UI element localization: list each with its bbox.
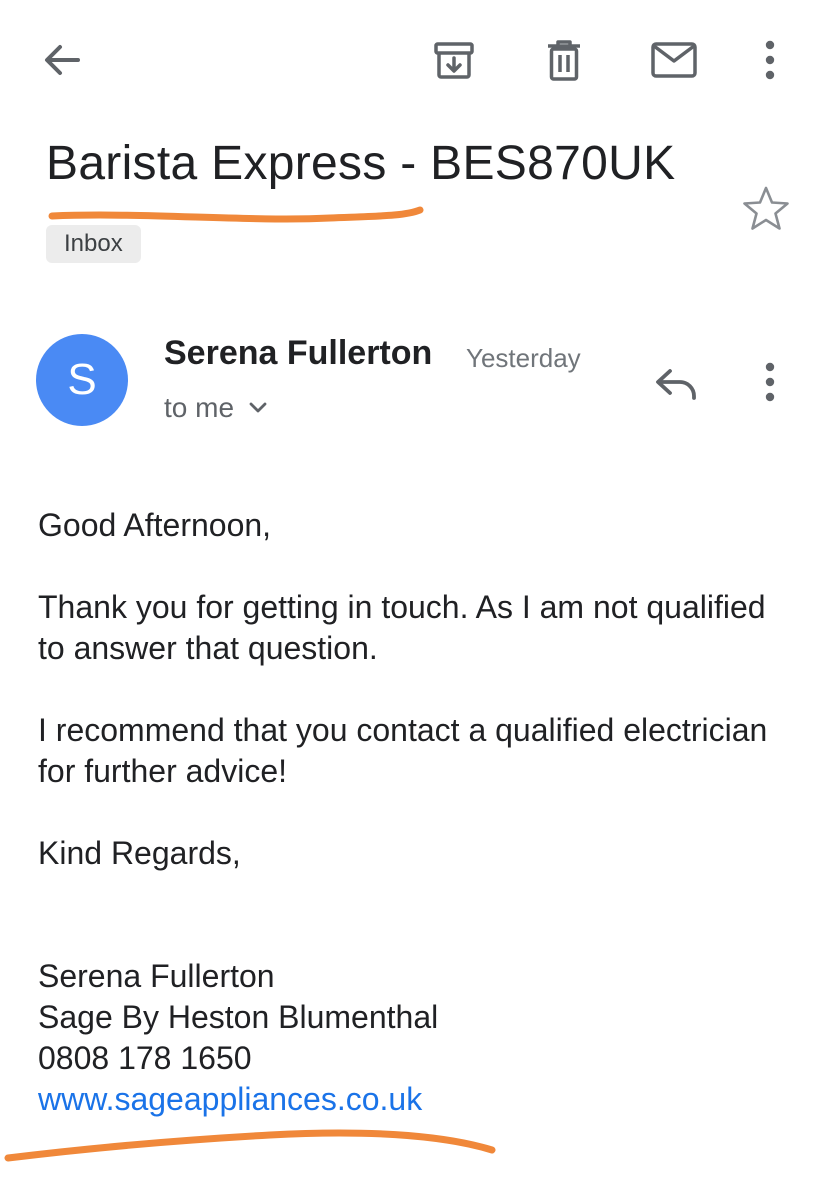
website-link[interactable]: www.sageappliances.co.uk (38, 1081, 422, 1117)
body-paragraph: Thank you for getting in touch. As I am … (38, 589, 766, 666)
message-more-options-button[interactable] (740, 352, 800, 412)
archive-icon (434, 42, 474, 79)
signature-phone: 0808 178 1650 (38, 1040, 252, 1076)
recipient-details-toggle[interactable]: to me (164, 392, 268, 424)
mail-icon (651, 42, 697, 78)
avatar[interactable]: S (36, 334, 128, 426)
recipient-text: to me (164, 392, 235, 423)
star-button[interactable] (736, 178, 796, 238)
more-vert-icon (765, 362, 775, 402)
signature: Serena Fullerton Sage By Heston Blumenth… (38, 956, 438, 1120)
sent-time: Yesterday (466, 343, 581, 373)
back-button[interactable] (30, 28, 94, 92)
top-app-bar (0, 0, 820, 120)
more-vert-icon (765, 40, 775, 80)
signature-company: Sage By Heston Blumenthal (38, 999, 439, 1035)
sender-name: Serena Fullerton (164, 334, 433, 372)
email-subject: Barista Express - BES870UK (46, 137, 676, 190)
reply-button[interactable] (644, 352, 708, 416)
arrow-back-icon (45, 45, 80, 75)
archive-button[interactable] (422, 28, 486, 92)
inbox-label-chip[interactable]: Inbox (46, 225, 141, 263)
reply-icon (656, 369, 696, 400)
more-options-button[interactable] (740, 28, 800, 92)
chevron-down-icon (249, 402, 267, 413)
body-paragraph: I recommend that you contact a qualified… (38, 712, 768, 789)
mark-unread-button[interactable] (642, 28, 706, 92)
closing: Kind Regards, (38, 835, 241, 871)
star-outline-icon (743, 186, 789, 230)
signature-name: Serena Fullerton (38, 958, 275, 994)
delete-button[interactable] (532, 28, 596, 92)
greeting: Good Afternoon, (38, 507, 272, 543)
trash-icon (548, 40, 580, 81)
